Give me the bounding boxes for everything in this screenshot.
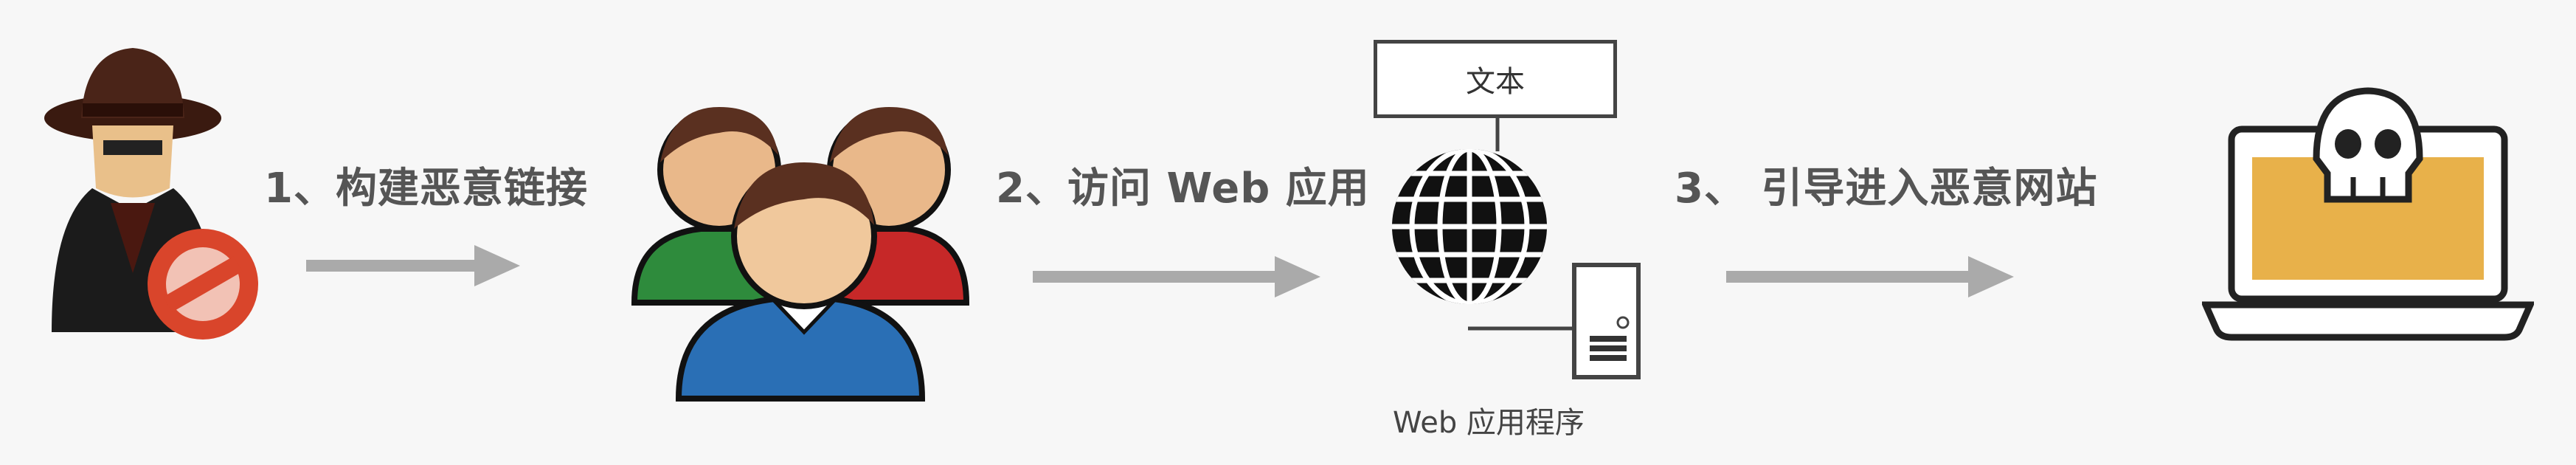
laptop-skull-icon: [2202, 87, 2534, 341]
arrow-step-1: [306, 245, 520, 286]
arrow-step-2: [1033, 256, 1320, 297]
arrow-step-3: [1726, 256, 2014, 297]
text-box: 文本: [1374, 40, 1617, 118]
step-1-label: 1、构建恶意链接: [264, 165, 588, 213]
server-icon: [1572, 263, 1641, 379]
hacker-icon: [44, 48, 258, 340]
step-2-label: 2、访问 Web 应用: [996, 165, 1370, 213]
globe-icon: [1392, 149, 1547, 304]
server-caption: Web 应用程序: [1393, 406, 1585, 440]
users-group-icon: [631, 107, 970, 402]
step-3-label: 3、 引导进入恶意网站: [1675, 165, 2098, 213]
